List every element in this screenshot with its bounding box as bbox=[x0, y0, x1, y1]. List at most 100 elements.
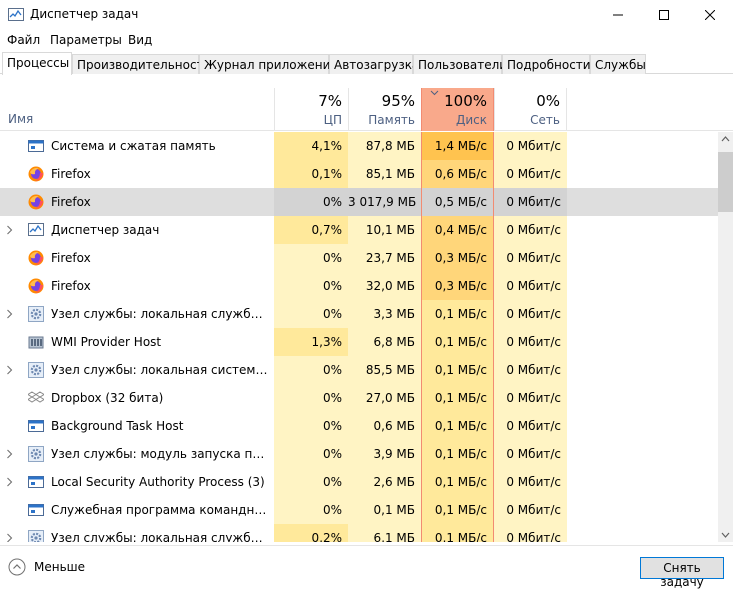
process-row[interactable]: Firefox 0% 23,7 МБ 0,3 МБ/с 0 Мбит/с bbox=[0, 244, 718, 272]
expand-chevron-icon[interactable] bbox=[6, 365, 13, 375]
menu-options[interactable]: Параметры bbox=[50, 33, 122, 47]
column-name[interactable]: Имя bbox=[8, 112, 33, 126]
tab-processes[interactable]: Процессы bbox=[2, 52, 72, 75]
process-name: Диспетчер задач bbox=[51, 223, 160, 237]
service-gear-icon bbox=[28, 362, 44, 378]
process-row[interactable]: Firefox 0% 3 017,9 МБ 0,5 МБ/с 0 Мбит/с bbox=[0, 188, 718, 216]
process-row[interactable]: Узел службы: модуль запуска процес... 0%3… bbox=[0, 440, 718, 468]
close-button[interactable] bbox=[687, 0, 733, 30]
expand-chevron-icon[interactable] bbox=[6, 225, 13, 235]
process-disk: 0,1 МБ/с bbox=[421, 300, 494, 328]
expand-chevron-icon[interactable] bbox=[6, 449, 13, 459]
process-name: Узел службы: локальная служба (огр... bbox=[51, 531, 269, 542]
process-cpu: 4,1% bbox=[274, 132, 348, 160]
process-name: Узел службы: локальная служба (10) bbox=[51, 307, 269, 321]
process-network: 0 Мбит/с bbox=[494, 216, 567, 244]
network-label: Сеть bbox=[530, 113, 560, 127]
collapse-up-icon[interactable] bbox=[8, 558, 26, 576]
maximize-button[interactable] bbox=[641, 0, 687, 30]
process-network: 0 Мбит/с bbox=[494, 524, 567, 542]
process-disk: 0,1 МБ/с bbox=[421, 328, 494, 356]
minimize-button[interactable] bbox=[595, 0, 641, 30]
task-manager-app-icon bbox=[8, 8, 24, 21]
process-row[interactable]: Dropbox (32 бита) 0% 27,0 МБ 0,1 МБ/с 0 Мбит… bbox=[0, 384, 718, 412]
process-disk: 0,1 МБ/с bbox=[421, 384, 494, 412]
end-task-button[interactable]: Снять задачу bbox=[640, 557, 724, 589]
memory-total: 95% bbox=[381, 92, 415, 110]
column-memory[interactable]: 95% Память bbox=[348, 88, 421, 131]
disk-total: 100% bbox=[444, 92, 487, 110]
process-row[interactable]: Система и сжатая память 4,1% 87,8 МБ 1,4 МБ… bbox=[0, 132, 718, 160]
process-disk: 1,4 МБ/с bbox=[421, 132, 494, 160]
menu-view[interactable]: Вид bbox=[128, 33, 152, 47]
tab-performance[interactable]: Производительность bbox=[72, 54, 211, 74]
process-memory: 23,7 МБ bbox=[348, 244, 421, 272]
process-name: WMI Provider Host bbox=[51, 335, 162, 349]
process-name: Firefox bbox=[51, 279, 91, 293]
wmi-host-icon bbox=[28, 334, 44, 350]
tab-users[interactable]: Пользователи bbox=[413, 54, 507, 74]
firefox-icon bbox=[28, 166, 44, 182]
process-row[interactable]: Local Security Authority Process (3) 0% 2,… bbox=[0, 468, 718, 496]
process-network: 0 Мбит/с bbox=[494, 132, 567, 160]
system-window-icon bbox=[28, 474, 44, 490]
tab-app-history[interactable]: Журнал приложений bbox=[199, 54, 338, 74]
process-cpu: 0% bbox=[274, 468, 348, 496]
fewer-details-link[interactable]: Меньше bbox=[34, 560, 85, 574]
process-row[interactable]: Firefox 0,1% 85,1 МБ 0,6 МБ/с 0 Мбит/с bbox=[0, 160, 718, 188]
system-window-icon bbox=[28, 502, 44, 518]
process-disk: 0,1 МБ/с bbox=[421, 524, 494, 542]
process-row[interactable]: Background Task Host 0% 0,6 МБ 0,1 МБ/с 0 Мб… bbox=[0, 412, 718, 440]
column-network[interactable]: 0% Сеть bbox=[494, 88, 567, 131]
process-row[interactable]: Узел службы: локальная система (ог... 0%8… bbox=[0, 356, 718, 384]
menu-file[interactable]: Файл bbox=[7, 33, 40, 47]
process-memory: 2,6 МБ bbox=[348, 468, 421, 496]
process-disk: 0,1 МБ/с bbox=[421, 440, 494, 468]
process-cpu: 0% bbox=[274, 440, 348, 468]
process-network: 0 Мбит/с bbox=[494, 188, 567, 216]
process-disk: 0,3 МБ/с bbox=[421, 244, 494, 272]
process-cpu: 0% bbox=[274, 356, 348, 384]
process-list: Система и сжатая память 4,1% 87,8 МБ 1,4 МБ… bbox=[0, 132, 718, 542]
process-name: Background Task Host bbox=[51, 419, 184, 433]
tab-details[interactable]: Подробности bbox=[502, 54, 591, 74]
process-row[interactable]: Диспетчер задач 0,7% 10,1 МБ 0,4 МБ/с 0 Мбит… bbox=[0, 216, 718, 244]
tab-services[interactable]: Службы bbox=[590, 54, 646, 74]
process-row[interactable]: Узел службы: локальная служба (10) 0% 3,3 … bbox=[0, 300, 718, 328]
window-title: Диспетчер задач bbox=[30, 7, 139, 21]
expand-chevron-icon[interactable] bbox=[6, 309, 13, 319]
process-memory: 3,9 МБ bbox=[348, 440, 421, 468]
network-total: 0% bbox=[536, 92, 560, 110]
system-window-icon bbox=[28, 138, 44, 154]
process-cpu: 0% bbox=[274, 244, 348, 272]
process-name: Firefox bbox=[51, 167, 91, 181]
process-row[interactable]: Узел службы: локальная служба (огр... 0,2… bbox=[0, 524, 718, 542]
process-memory: 27,0 МБ bbox=[348, 384, 421, 412]
column-disk[interactable]: 100% Диск bbox=[421, 88, 494, 131]
column-cpu[interactable]: 7% ЦП bbox=[274, 88, 348, 131]
process-disk: 0,1 МБ/с bbox=[421, 468, 494, 496]
process-name: Firefox bbox=[51, 195, 91, 209]
expand-chevron-icon[interactable] bbox=[6, 533, 13, 542]
process-disk: 0,1 МБ/с bbox=[421, 356, 494, 384]
tab-startup[interactable]: Автозагрузка bbox=[329, 54, 419, 74]
process-cpu: 1,3% bbox=[274, 328, 348, 356]
scroll-down-icon[interactable] bbox=[721, 532, 730, 538]
process-memory: 6,8 МБ bbox=[348, 328, 421, 356]
process-row[interactable]: Firefox 0% 32,0 МБ 0,3 МБ/с 0 Мбит/с bbox=[0, 272, 718, 300]
menu-bar: Файл Параметры Вид bbox=[0, 30, 733, 50]
process-cpu: 0,7% bbox=[274, 216, 348, 244]
process-network: 0 Мбит/с bbox=[494, 160, 567, 188]
scrollbar-thumb[interactable] bbox=[718, 152, 733, 212]
dropbox-icon bbox=[27, 390, 45, 406]
process-network: 0 Мбит/с bbox=[494, 300, 567, 328]
process-memory: 3,3 МБ bbox=[348, 300, 421, 328]
scroll-up-icon[interactable] bbox=[721, 136, 730, 142]
expand-chevron-icon[interactable] bbox=[6, 477, 13, 487]
footer: Меньше Снять задачу bbox=[0, 545, 733, 591]
process-row[interactable]: WMI Provider Host 1,3% 6,8 МБ 0,1 МБ/с 0 Мби… bbox=[0, 328, 718, 356]
process-cpu: 0% bbox=[274, 384, 348, 412]
vertical-scrollbar[interactable] bbox=[718, 132, 733, 542]
process-row[interactable]: Служебная программа командной ст...0%0,1… bbox=[0, 496, 718, 524]
process-cpu: 0% bbox=[274, 272, 348, 300]
